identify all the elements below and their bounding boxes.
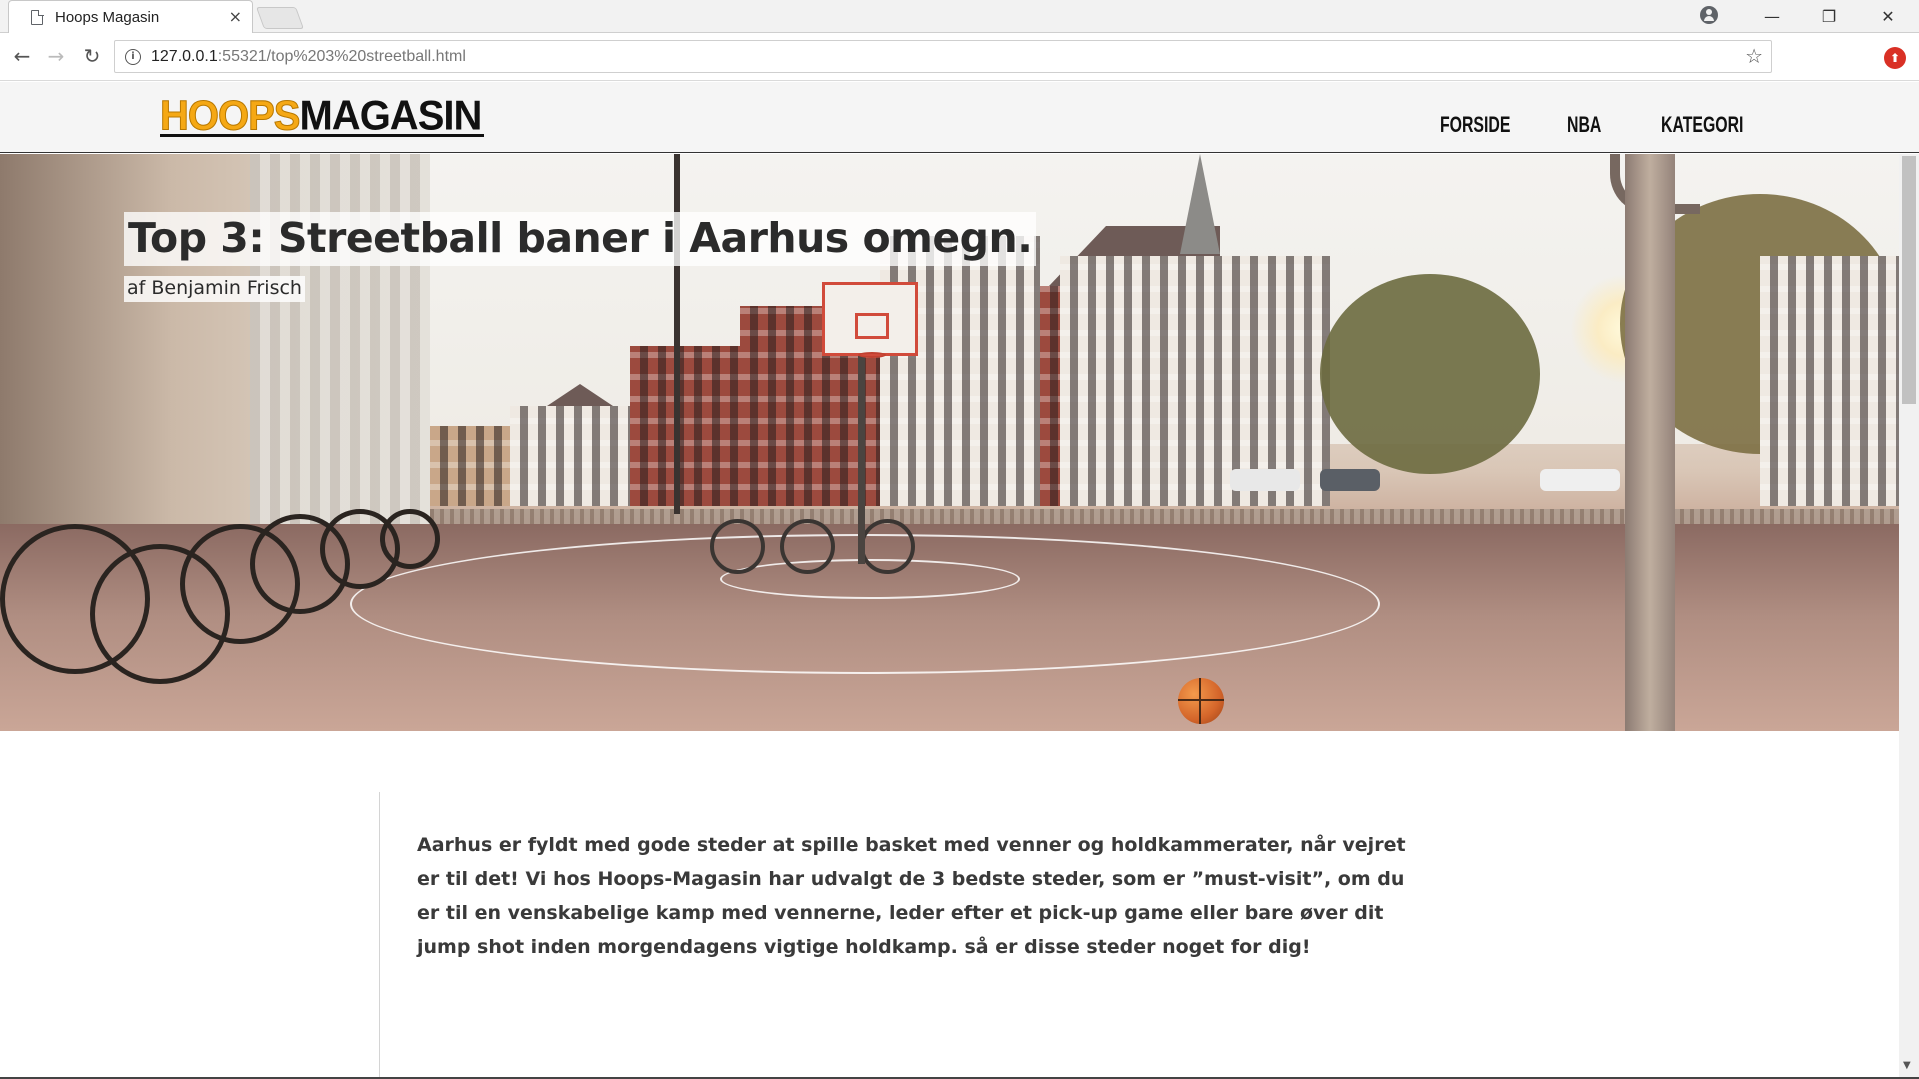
hero-building [1760, 256, 1899, 506]
profile-icon[interactable] [1700, 6, 1718, 24]
basketball [1178, 678, 1224, 724]
nav-kategori-link[interactable]: KATEGORI [1661, 112, 1743, 138]
back-arrow-icon[interactable]: ← [8, 42, 36, 70]
hoop-pole [858, 354, 865, 564]
bookmark-star-icon[interactable]: ☆ [1745, 44, 1763, 68]
browser-tab-strip: Hoops Magasin × — ❐ ✕ [0, 0, 1919, 34]
scroll-down-arrow-icon[interactable]: ▼ [1903, 1060, 1911, 1071]
document-icon [31, 10, 43, 25]
hero-church-spire [1180, 154, 1220, 254]
url-path: :55321/top%203%20streetball.html [217, 47, 466, 65]
logo-underline [160, 134, 484, 137]
hero-car [1320, 469, 1380, 491]
hero-car [1230, 469, 1300, 491]
reload-icon[interactable]: ↻ [78, 42, 106, 70]
article-left-rule [379, 792, 380, 1079]
restore-button[interactable]: ❐ [1801, 0, 1857, 32]
url-text[interactable]: 127.0.0.1:55321/top%203%20streetball.htm… [151, 48, 466, 66]
hero-building [880, 236, 1040, 506]
hero-trees [1320, 274, 1540, 474]
hero-street-pole [674, 154, 680, 514]
tab-title: Hoops Magasin [55, 9, 160, 26]
nav-forside-link[interactable]: FORSIDE [1440, 112, 1510, 138]
article-intro: Aarhus er fyldt med gode steder at spill… [417, 834, 1406, 958]
hero-building [510, 406, 630, 506]
forward-arrow-icon[interactable]: → [42, 42, 70, 70]
logo-hoops: HOOPS [159, 92, 300, 140]
site-logo[interactable]: HOOPSMAGASIN [159, 92, 482, 140]
hero-building [630, 346, 740, 506]
article-title: Top 3: Streetball baner i Aarhus omegn. [124, 212, 1037, 266]
hoop-rim [858, 352, 886, 358]
browser-toolbar: ← → ↻ i 127.0.0.1:55321/top%203%20street… [0, 33, 1919, 81]
article-author: af Benjamin Frisch [124, 276, 305, 302]
hero-bikes-center [690, 489, 950, 589]
hero-bikes [0, 484, 460, 724]
window-close-button[interactable]: ✕ [1860, 0, 1916, 32]
nav-nba-link[interactable]: NBA [1567, 112, 1601, 138]
new-tab-button[interactable] [255, 7, 305, 29]
big-hoop-pole [1625, 154, 1675, 731]
info-icon[interactable]: i [125, 48, 141, 65]
tab-close-icon[interactable]: × [229, 7, 242, 26]
minimize-button[interactable]: — [1744, 0, 1800, 32]
browser-tab[interactable]: Hoops Magasin × [8, 0, 253, 34]
extension-icon[interactable]: ⬆ [1884, 47, 1906, 69]
address-bar[interactable]: i 127.0.0.1:55321/top%203%20streetball.h… [114, 40, 1772, 73]
url-host: 127.0.0.1 [151, 47, 218, 65]
site-header: HOOPSMAGASIN [0, 82, 1919, 153]
hoop-backboard [822, 282, 918, 356]
scrollbar-thumb[interactable] [1902, 156, 1916, 404]
hero-car [1540, 469, 1620, 491]
logo-magasin: MAGASIN [299, 92, 482, 140]
